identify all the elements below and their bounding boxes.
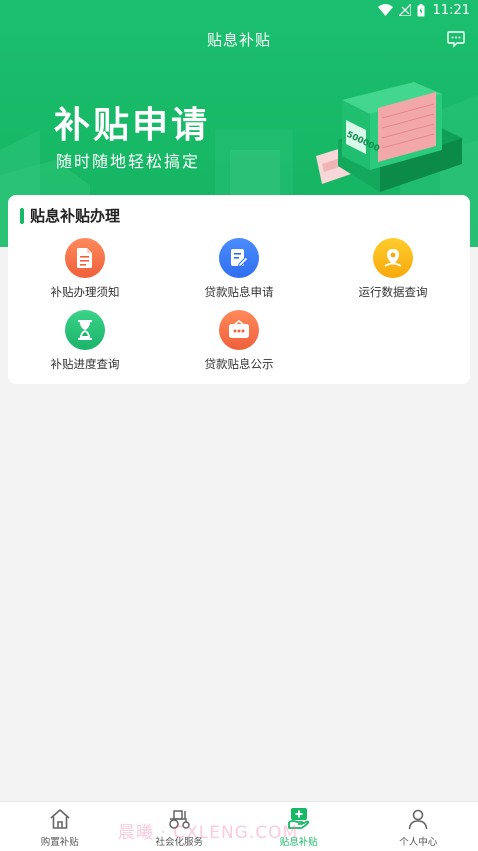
title-bar: 贴息补贴	[0, 26, 478, 52]
tab-purchase-subsidy[interactable]: 购置补贴	[0, 802, 120, 851]
message-icon	[447, 30, 465, 48]
grid-item-label: 贷款贴息申请	[204, 285, 274, 299]
battery-icon	[417, 3, 425, 17]
home-icon	[48, 807, 72, 831]
status-time: 11:21	[432, 2, 470, 18]
grid-item-subsidy-notice[interactable]: 补贴办理须知	[8, 238, 162, 300]
banner-title: 补贴申请	[54, 105, 211, 146]
grid-item-label: 补贴办理须知	[50, 285, 120, 299]
document-icon	[65, 238, 105, 278]
hourglass-icon	[65, 310, 105, 350]
tab-label: 个人中心	[399, 837, 438, 848]
tab-social-service[interactable]: 社会化服务	[120, 802, 240, 851]
banner-subtitle: 随时随地轻松搞定	[56, 152, 201, 171]
grid-item-label: 补贴进度查询	[50, 357, 120, 371]
grid-item-loan-interest-publicity[interactable]: 贷款贴息公示	[162, 310, 316, 372]
grid-item-label: 运行数据查询	[358, 285, 428, 299]
status-bar: 11:21	[0, 0, 478, 20]
wifi-icon	[377, 4, 393, 16]
grid-item-label: 贷款贴息公示	[204, 357, 274, 371]
tractor-icon	[167, 807, 191, 831]
grid-item-loan-interest-apply[interactable]: 贷款贴息申请	[162, 238, 316, 300]
signal-icon	[398, 4, 411, 16]
tab-personal-center[interactable]: 个人中心	[359, 802, 478, 851]
subsidy-service-card: 贴息补贴办理 补贴办理须知 贷款贴息申请 运行数据查询 补贴进度查询 贷款贴息公…	[8, 195, 470, 384]
tab-interest-subsidy[interactable]: 贴息补贴	[239, 802, 359, 851]
notice-board-icon	[219, 310, 259, 350]
tab-label: 社会化服务	[155, 837, 203, 848]
card-header: 贴息补贴办理	[20, 205, 120, 226]
message-button[interactable]	[446, 29, 466, 49]
money-counter-illustration: 500000	[316, 82, 462, 192]
card-title: 贴息补贴办理	[30, 207, 121, 225]
subsidy-icon	[287, 807, 311, 831]
location-pin-icon	[373, 238, 413, 278]
page-title: 贴息补贴	[206, 30, 271, 49]
bottom-tab-bar: 购置补贴 社会化服务 贴息补贴 个人中心	[0, 801, 478, 851]
tab-label: 购置补贴	[40, 837, 79, 848]
person-icon	[406, 807, 430, 831]
grid-item-subsidy-progress-query[interactable]: 补贴进度查询	[8, 310, 162, 372]
grid-item-operation-data-query[interactable]: 运行数据查询	[316, 238, 470, 300]
card-title-accent	[20, 207, 24, 224]
edit-form-icon	[219, 238, 259, 278]
tab-label: 贴息补贴	[279, 837, 318, 848]
